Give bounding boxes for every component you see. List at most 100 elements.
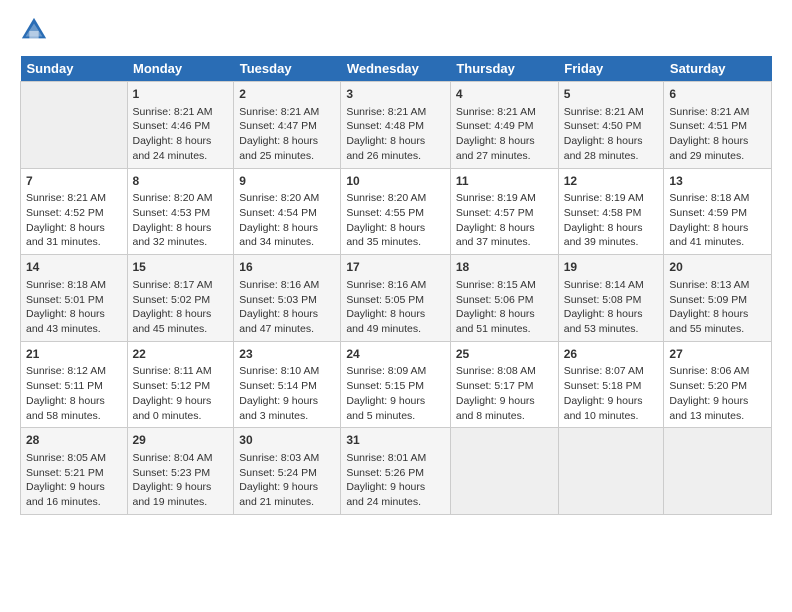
day-cell: 17 Sunrise: 8:16 AMSunset: 5:05 PMDayligh…: [341, 255, 451, 342]
day-number: 9: [239, 173, 335, 190]
day-cell: 4Sunrise: 8:21 AMSunset: 4:49 PMDaylight…: [450, 82, 558, 169]
day-number: 19: [564, 259, 659, 276]
day-cell: 19 Sunrise: 8:14 AMSunset: 5:08 PMDayligh…: [558, 255, 664, 342]
col-header-sunday: Sunday: [21, 56, 128, 82]
day-info: Sunrise: 8:13 AMSunset: 5:09 PMDaylight:…: [669, 278, 766, 337]
day-number: 12: [564, 173, 659, 190]
week-row-1: 1Sunrise: 8:21 AMSunset: 4:46 PMDaylight…: [21, 82, 772, 169]
calendar-table: SundayMondayTuesdayWednesdayThursdayFrid…: [20, 56, 772, 515]
day-number: 22: [133, 346, 229, 363]
day-cell: 21Sunrise: 8:12 AMSunset: 5:11 PMDayligh…: [21, 341, 128, 428]
day-number: 20: [669, 259, 766, 276]
day-number: 14: [26, 259, 122, 276]
week-row-5: 28Sunrise: 8:05 AMSunset: 5:21 PMDayligh…: [21, 428, 772, 515]
day-info: Sunrise: 8:11 AMSunset: 5:12 PMDaylight:…: [133, 364, 229, 423]
day-cell: [21, 82, 128, 169]
day-number: 24: [346, 346, 445, 363]
day-info: Sunrise: 8:21 AMSunset: 4:47 PMDaylight:…: [239, 105, 335, 164]
day-cell: 9Sunrise: 8:20 AMSunset: 4:54 PMDaylight…: [234, 168, 341, 255]
day-cell: 6 Sunrise: 8:21 AMSunset: 4:51 PMDaylight…: [664, 82, 772, 169]
day-cell: 5 Sunrise: 8:21 AMSunset: 4:50 PMDaylight…: [558, 82, 664, 169]
day-info: Sunrise: 8:20 AMSunset: 4:54 PMDaylight:…: [239, 191, 335, 250]
day-cell: 15 Sunrise: 8:17 AMSunset: 5:02 PMDayligh…: [127, 255, 234, 342]
day-number: 7: [26, 173, 122, 190]
day-info: Sunrise: 8:12 AMSunset: 5:11 PMDaylight:…: [26, 364, 122, 423]
day-number: 1: [133, 86, 229, 103]
day-info: Sunrise: 8:03 AMSunset: 5:24 PMDaylight:…: [239, 451, 335, 510]
day-number: 27: [669, 346, 766, 363]
header: [20, 16, 772, 44]
day-cell: 24Sunrise: 8:09 AMSunset: 5:15 PMDayligh…: [341, 341, 451, 428]
day-info: Sunrise: 8:14 AMSunset: 5:08 PMDaylight:…: [564, 278, 659, 337]
day-number: 6: [669, 86, 766, 103]
day-cell: 13Sunrise: 8:18 AMSunset: 4:59 PMDayligh…: [664, 168, 772, 255]
col-header-friday: Friday: [558, 56, 664, 82]
day-info: Sunrise: 8:21 AMSunset: 4:48 PMDaylight:…: [346, 105, 445, 164]
day-number: 5: [564, 86, 659, 103]
day-cell: 29Sunrise: 8:04 AMSunset: 5:23 PMDayligh…: [127, 428, 234, 515]
col-header-saturday: Saturday: [664, 56, 772, 82]
day-number: 23: [239, 346, 335, 363]
day-number: 16: [239, 259, 335, 276]
day-cell: 18Sunrise: 8:15 AMSunset: 5:06 PMDayligh…: [450, 255, 558, 342]
day-info: Sunrise: 8:19 AMSunset: 4:58 PMDaylight:…: [564, 191, 659, 250]
day-info: Sunrise: 8:18 AMSunset: 4:59 PMDaylight:…: [669, 191, 766, 250]
day-info: Sunrise: 8:06 AMSunset: 5:20 PMDaylight:…: [669, 364, 766, 423]
day-number: 29: [133, 432, 229, 449]
day-cell: [558, 428, 664, 515]
day-number: 26: [564, 346, 659, 363]
day-info: Sunrise: 8:09 AMSunset: 5:15 PMDaylight:…: [346, 364, 445, 423]
day-cell: [450, 428, 558, 515]
day-cell: 2 Sunrise: 8:21 AMSunset: 4:47 PMDaylight…: [234, 82, 341, 169]
day-number: 31: [346, 432, 445, 449]
day-info: Sunrise: 8:08 AMSunset: 5:17 PMDaylight:…: [456, 364, 553, 423]
day-cell: 25Sunrise: 8:08 AMSunset: 5:17 PMDayligh…: [450, 341, 558, 428]
day-number: 10: [346, 173, 445, 190]
day-number: 3: [346, 86, 445, 103]
day-cell: 1Sunrise: 8:21 AMSunset: 4:46 PMDaylight…: [127, 82, 234, 169]
page-container: SundayMondayTuesdayWednesdayThursdayFrid…: [0, 0, 792, 525]
day-info: Sunrise: 8:10 AMSunset: 5:14 PMDaylight:…: [239, 364, 335, 423]
day-info: Sunrise: 8:21 AMSunset: 4:49 PMDaylight:…: [456, 105, 553, 164]
day-cell: 27Sunrise: 8:06 AMSunset: 5:20 PMDayligh…: [664, 341, 772, 428]
day-number: 21: [26, 346, 122, 363]
day-cell: 31 Sunrise: 8:01 AMSunset: 5:26 PMDayligh…: [341, 428, 451, 515]
logo-icon: [20, 16, 48, 44]
day-info: Sunrise: 8:21 AMSunset: 4:52 PMDaylight:…: [26, 191, 122, 250]
week-row-2: 7Sunrise: 8:21 AMSunset: 4:52 PMDaylight…: [21, 168, 772, 255]
day-info: Sunrise: 8:05 AMSunset: 5:21 PMDaylight:…: [26, 451, 122, 510]
day-cell: 10Sunrise: 8:20 AMSunset: 4:55 PMDayligh…: [341, 168, 451, 255]
day-number: 18: [456, 259, 553, 276]
day-info: Sunrise: 8:21 AMSunset: 4:50 PMDaylight:…: [564, 105, 659, 164]
day-cell: 28Sunrise: 8:05 AMSunset: 5:21 PMDayligh…: [21, 428, 128, 515]
day-number: 30: [239, 432, 335, 449]
day-info: Sunrise: 8:16 AMSunset: 5:05 PMDaylight:…: [346, 278, 445, 337]
day-number: 8: [133, 173, 229, 190]
day-cell: 30 Sunrise: 8:03 AMSunset: 5:24 PMDayligh…: [234, 428, 341, 515]
day-number: 2: [239, 86, 335, 103]
day-info: Sunrise: 8:17 AMSunset: 5:02 PMDaylight:…: [133, 278, 229, 337]
day-number: 25: [456, 346, 553, 363]
day-info: Sunrise: 8:01 AMSunset: 5:26 PMDaylight:…: [346, 451, 445, 510]
day-number: 15: [133, 259, 229, 276]
day-info: Sunrise: 8:21 AMSunset: 4:51 PMDaylight:…: [669, 105, 766, 164]
day-info: Sunrise: 8:20 AMSunset: 4:53 PMDaylight:…: [133, 191, 229, 250]
col-header-monday: Monday: [127, 56, 234, 82]
day-cell: 7Sunrise: 8:21 AMSunset: 4:52 PMDaylight…: [21, 168, 128, 255]
day-cell: 3 Sunrise: 8:21 AMSunset: 4:48 PMDaylight…: [341, 82, 451, 169]
week-row-3: 14 Sunrise: 8:18 AMSunset: 5:01 PMDayligh…: [21, 255, 772, 342]
col-header-thursday: Thursday: [450, 56, 558, 82]
day-info: Sunrise: 8:18 AMSunset: 5:01 PMDaylight:…: [26, 278, 122, 337]
day-info: Sunrise: 8:16 AMSunset: 5:03 PMDaylight:…: [239, 278, 335, 337]
col-header-wednesday: Wednesday: [341, 56, 451, 82]
day-number: 13: [669, 173, 766, 190]
day-cell: 16 Sunrise: 8:16 AMSunset: 5:03 PMDayligh…: [234, 255, 341, 342]
day-info: Sunrise: 8:20 AMSunset: 4:55 PMDaylight:…: [346, 191, 445, 250]
week-row-4: 21Sunrise: 8:12 AMSunset: 5:11 PMDayligh…: [21, 341, 772, 428]
day-number: 17: [346, 259, 445, 276]
day-number: 11: [456, 173, 553, 190]
day-cell: 26Sunrise: 8:07 AMSunset: 5:18 PMDayligh…: [558, 341, 664, 428]
col-header-tuesday: Tuesday: [234, 56, 341, 82]
day-cell: 23Sunrise: 8:10 AMSunset: 5:14 PMDayligh…: [234, 341, 341, 428]
day-cell: 14 Sunrise: 8:18 AMSunset: 5:01 PMDayligh…: [21, 255, 128, 342]
